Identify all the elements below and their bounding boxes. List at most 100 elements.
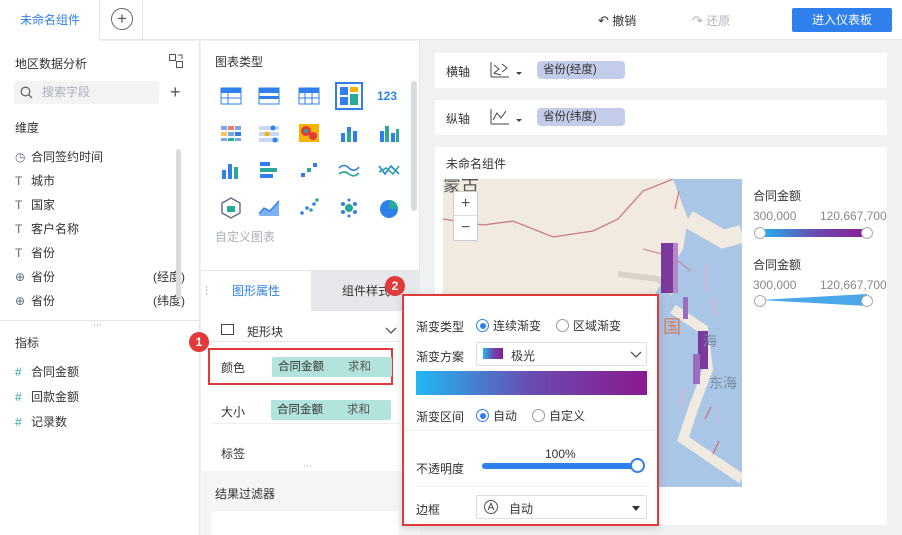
map-label: 国 [663, 317, 681, 337]
crosstab-chart-icon[interactable] [257, 84, 281, 108]
dataset-name: 地区数据分析 [15, 57, 88, 71]
add-field-icon[interactable]: + [170, 82, 181, 103]
radio-label: 区域渐变 [573, 319, 622, 333]
result-filter-dropzone[interactable] [211, 511, 399, 535]
switch-dataset-icon[interactable] [168, 53, 184, 69]
tab-component[interactable]: 未命名组件 [0, 0, 100, 41]
size-field-row[interactable]: 大小 合同金额 求和 [211, 396, 399, 424]
custom-chart-label: 自定义图表 [215, 230, 276, 244]
scheme-swatch [483, 348, 503, 359]
axis-type-icon[interactable] [489, 60, 523, 80]
radio-label: 自动 [493, 409, 518, 423]
x-axis-field-chip[interactable]: 省份(经度) [537, 61, 625, 79]
gradient-range-label: 渐变区间 [416, 410, 465, 424]
measure-item[interactable]: # 合同金额 [15, 361, 175, 383]
legend-color-max-handle[interactable] [861, 227, 873, 239]
dimension-item[interactable]: ◷ 合同签约时间 [15, 146, 175, 168]
add-tab-button[interactable]: + [101, 0, 143, 40]
legend-size-bar [759, 294, 867, 306]
gradient-type-region-radio[interactable]: 区域渐变 [556, 317, 621, 334]
chevron-down-icon [385, 327, 397, 334]
gradient-range-custom-radio[interactable]: 自定义 [532, 407, 585, 424]
radio-checked-icon [476, 319, 489, 332]
chart-types-title: 图表类型 [215, 55, 264, 69]
search-input[interactable]: 搜索字段 [14, 81, 159, 104]
dimension-item[interactable]: ⊕ 省份 (经度) [15, 266, 185, 288]
chevron-down-icon [630, 351, 642, 358]
grouped-bar-icon[interactable] [377, 121, 401, 145]
hash-calc-icon: # [15, 415, 22, 429]
bar-chart-icon[interactable] [219, 158, 243, 182]
legend-size-min: 300,000 [753, 278, 797, 292]
y-axis-shelf[interactable]: 纵轴 省份(纬度) [435, 100, 887, 135]
measure-item[interactable]: # 记录数 [15, 411, 175, 433]
dimension-item[interactable]: T 城市 [15, 170, 175, 192]
pie-chart-icon[interactable] [377, 196, 401, 220]
legend-size-min-handle[interactable] [754, 295, 766, 307]
field-label: 合同签约时间 [31, 150, 104, 164]
opacity-slider-handle[interactable] [630, 458, 645, 473]
size-field-chip[interactable]: 合同金额 求和 [271, 400, 391, 420]
legend-color-min-handle[interactable] [754, 227, 766, 239]
chip-agg: 求和 [348, 361, 371, 373]
redo-button[interactable]: ↷ 还原 [692, 12, 730, 29]
measure-item[interactable]: # 回款金额 [15, 386, 175, 408]
tab-graphic-attributes[interactable]: 图形属性 [201, 271, 311, 311]
label-label: 标签 [221, 447, 246, 461]
chip-agg: 求和 [347, 404, 370, 416]
x-axis-shelf[interactable]: 横轴 省份(经度) [435, 53, 887, 88]
border-label: 边框 [416, 503, 441, 517]
resize-handle[interactable]: ⋯ [93, 320, 103, 331]
color-field-chip[interactable]: 合同金额 求和 [272, 357, 392, 377]
multi-line-icon[interactable] [377, 158, 401, 182]
custom-chart-icon[interactable] [219, 196, 243, 220]
legend-size-max: 120,667,700 [820, 278, 887, 292]
scatter-chart-icon[interactable] [297, 196, 321, 220]
redo-icon: ↷ [692, 13, 703, 28]
dimension-item[interactable]: T 国家 [15, 194, 175, 216]
field-label: 国家 [31, 198, 56, 212]
bubble-chart-icon[interactable] [337, 196, 361, 220]
zoom-in-button[interactable]: + [454, 192, 477, 216]
heatmap-icon[interactable] [297, 121, 321, 145]
line-chart-icon[interactable] [337, 158, 361, 182]
legend-size-max-handle[interactable] [861, 295, 873, 307]
dimension-item[interactable]: T 客户名称 [15, 218, 175, 240]
table-chart-icon[interactable] [219, 84, 243, 108]
heat-table-icon[interactable] [219, 121, 243, 145]
text-type-icon: T [15, 246, 23, 260]
measures-title: 指标 [15, 336, 40, 350]
shape-select[interactable]: 矩形块 [211, 320, 399, 342]
dimension-item[interactable]: ⊕ 省份 (纬度) [15, 290, 185, 312]
color-block-chart-icon[interactable] [335, 82, 363, 110]
chart-types-scrollbar[interactable] [411, 81, 417, 211]
dot-table-icon[interactable] [257, 121, 281, 145]
opacity-slider-fill [482, 463, 638, 469]
dimension-item[interactable]: T 省份 [15, 242, 175, 264]
x-axis-label: 横轴 [446, 65, 471, 79]
color-field-row[interactable]: 颜色 合同金额 求和 [208, 348, 393, 385]
zoom-out-button[interactable]: − [454, 216, 477, 240]
undo-button[interactable]: ↶ 撤销 [598, 12, 636, 29]
enter-dashboard-button[interactable]: 进入仪表板 [792, 8, 892, 32]
scatter-bar-icon[interactable] [297, 158, 321, 182]
kpi-number-icon[interactable]: 123 [377, 84, 401, 108]
detail-table-icon[interactable] [297, 84, 321, 108]
y-axis-field-chip[interactable]: 省份(纬度) [537, 108, 625, 126]
area-chart-icon[interactable] [257, 196, 281, 220]
horizontal-bar-icon[interactable] [257, 158, 281, 182]
gradient-scheme-select[interactable]: 极光 [476, 342, 647, 366]
annotation-badge: 2 [385, 276, 405, 296]
opacity-slider-track[interactable] [482, 458, 645, 473]
border-select[interactable]: A 自动 [476, 495, 647, 519]
shape-select-value: 矩形块 [247, 325, 284, 339]
redo-label: 还原 [706, 14, 731, 28]
top-bar: 未命名组件 + ↶ 撤销 ↷ 还原 进入仪表板 [0, 0, 902, 41]
undo-label: 撤销 [612, 14, 637, 28]
gradient-range-auto-radio[interactable]: 自动 [476, 407, 517, 424]
scrollbar[interactable] [176, 149, 181, 299]
axis-type-icon[interactable] [489, 107, 523, 127]
gradient-type-continuous-radio[interactable]: 连续渐变 [476, 317, 541, 334]
field-label: 城市 [31, 174, 56, 188]
stacked-bar-icon[interactable] [337, 121, 361, 145]
